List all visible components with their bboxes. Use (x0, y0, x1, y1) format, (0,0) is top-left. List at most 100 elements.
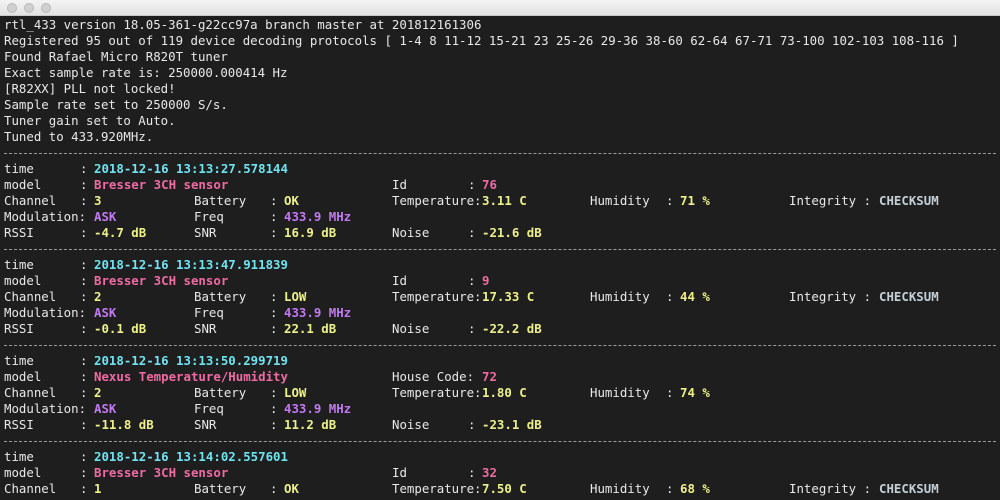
house-code-label: House Code: (392, 369, 475, 384)
field-colon: : (666, 385, 674, 400)
record-model-row: model : Bresser 3CH sensor Id : 76 (4, 177, 1000, 193)
field-colon: : (80, 369, 88, 384)
freq-label: Freq (194, 209, 224, 224)
noise-label: Noise (392, 321, 430, 336)
record-time-row: time : 2018-12-16 13:13:50.299719 (4, 353, 1000, 369)
integrity-label: Integrity : (789, 193, 872, 208)
humidity-value: 71 % (680, 193, 710, 208)
id-label: Id (392, 177, 407, 192)
record-separator (4, 337, 1000, 353)
field-colon: : (270, 321, 278, 336)
record-rssi-row: RSSI : -11.8 dB SNR : 11.2 dB Noise : -2… (4, 417, 1000, 433)
battery-label: Battery (194, 481, 247, 496)
house-code-value: 72 (482, 369, 497, 384)
model-label: model (4, 177, 42, 192)
battery-value: OK (284, 481, 299, 496)
output-line: Tuned to 433.920MHz. (4, 129, 154, 144)
output-line: Registered 95 out of 119 device decoding… (4, 33, 959, 48)
record-model-row: model : Nexus Temperature/Humidity House… (4, 369, 1000, 385)
field-colon: : (80, 177, 88, 192)
model-value: Bresser 3CH sensor (94, 465, 229, 480)
rssi-label: RSSI (4, 321, 34, 336)
record-channel-row: Channel : 2 Battery : LOW Temperature: 1… (4, 289, 1000, 305)
integrity-label: Integrity : (789, 289, 872, 304)
channel-value: 2 (94, 385, 102, 400)
field-colon: : (270, 401, 278, 416)
integrity-value: CHECKSUM (879, 289, 939, 304)
rssi-value: -4.7 dB (94, 225, 147, 240)
time-label: time (4, 353, 34, 368)
terminal-output[interactable]: rtl_433 version 18.05-361-g22cc97a branc… (4, 17, 1000, 500)
snr-label: SNR (194, 417, 217, 432)
time-value: 2018-12-16 13:14:02.557601 (94, 449, 288, 464)
model-label: model (4, 273, 42, 288)
record-model-row: model : Bresser 3CH sensor Id : 9 (4, 273, 1000, 289)
field-colon: : (80, 481, 88, 496)
id-label: Id (392, 465, 407, 480)
freq-value: 433.9 MHz (284, 305, 352, 320)
close-window-button[interactable] (7, 3, 17, 13)
channel-label: Channel (4, 193, 57, 208)
output-line: Found Rafael Micro R820T tuner (4, 49, 228, 64)
field-colon: : (270, 225, 278, 240)
humidity-label: Humidity (590, 193, 650, 208)
zoom-window-button[interactable] (41, 3, 51, 13)
temperature-label: Temperature: (392, 481, 482, 496)
field-colon: : (270, 385, 278, 400)
snr-label: SNR (194, 225, 217, 240)
window-titlebar (0, 0, 1000, 16)
field-colon: : (468, 321, 476, 336)
humidity-value: 44 % (680, 289, 710, 304)
temperature-label: Temperature: (392, 289, 482, 304)
battery-label: Battery (194, 289, 247, 304)
id-label: Id (392, 273, 407, 288)
humidity-label: Humidity (590, 481, 650, 496)
integrity-label: Integrity : (789, 481, 872, 496)
time-label: time (4, 161, 34, 176)
record-channel-row: Channel : 2 Battery : LOW Temperature: 1… (4, 385, 1000, 401)
record-separator (4, 241, 1000, 257)
modulation-value: ASK (94, 401, 117, 416)
battery-value: LOW (284, 385, 307, 400)
integrity-value: CHECKSUM (879, 193, 939, 208)
temperature-label: Temperature: (392, 385, 482, 400)
field-colon: : (468, 273, 476, 288)
field-colon: : (80, 193, 88, 208)
record-channel-row: Channel : 1 Battery : OK Temperature: 7.… (4, 481, 1000, 497)
record-rssi-row: RSSI : -4.7 dB SNR : 16.9 dB Noise : -21… (4, 225, 1000, 241)
temperature-value: 17.33 C (482, 289, 535, 304)
model-value: Bresser 3CH sensor (94, 273, 229, 288)
time-value: 2018-12-16 13:13:27.578144 (94, 161, 288, 176)
output-line: Sample rate set to 250000 S/s. (4, 97, 228, 112)
channel-value: 2 (94, 289, 102, 304)
channel-value: 1 (94, 481, 102, 496)
noise-value: -21.6 dB (482, 225, 542, 240)
record-modulation-row: Modulation: ASK Freq : 433.9 MHz (4, 305, 1000, 321)
field-colon: : (80, 417, 88, 432)
rssi-label: RSSI (4, 225, 34, 240)
freq-value: 433.9 MHz (284, 209, 352, 224)
record-modulation-row: Modulation: ASK Freq : 433.9 MHz (4, 209, 1000, 225)
battery-value: OK (284, 193, 299, 208)
output-line: Tuner gain set to Auto. (4, 113, 176, 128)
freq-value: 433.9 MHz (284, 401, 352, 416)
field-colon: : (80, 161, 88, 176)
output-line: [R82XX] PLL not locked! (4, 81, 176, 96)
record-rssi-row: RSSI : -0.1 dB SNR : 22.1 dB Noise : -22… (4, 321, 1000, 337)
temperature-value: 7.50 C (482, 481, 527, 496)
minimize-window-button[interactable] (24, 3, 34, 13)
noise-value: -23.1 dB (482, 417, 542, 432)
field-colon: : (666, 193, 674, 208)
time-label: time (4, 257, 34, 272)
channel-label: Channel (4, 289, 57, 304)
record-time-row: time : 2018-12-16 13:14:02.557601 (4, 449, 1000, 465)
record-channel-row: Channel : 3 Battery : OK Temperature: 3.… (4, 193, 1000, 209)
field-colon: : (270, 305, 278, 320)
output-line: Exact sample rate is: 250000.000414 Hz (4, 65, 288, 80)
model-value: Nexus Temperature/Humidity (94, 369, 288, 384)
field-colon: : (80, 385, 88, 400)
field-colon: : (80, 257, 88, 272)
channel-label: Channel (4, 385, 57, 400)
field-colon: : (80, 225, 88, 240)
field-colon: : (270, 481, 278, 496)
